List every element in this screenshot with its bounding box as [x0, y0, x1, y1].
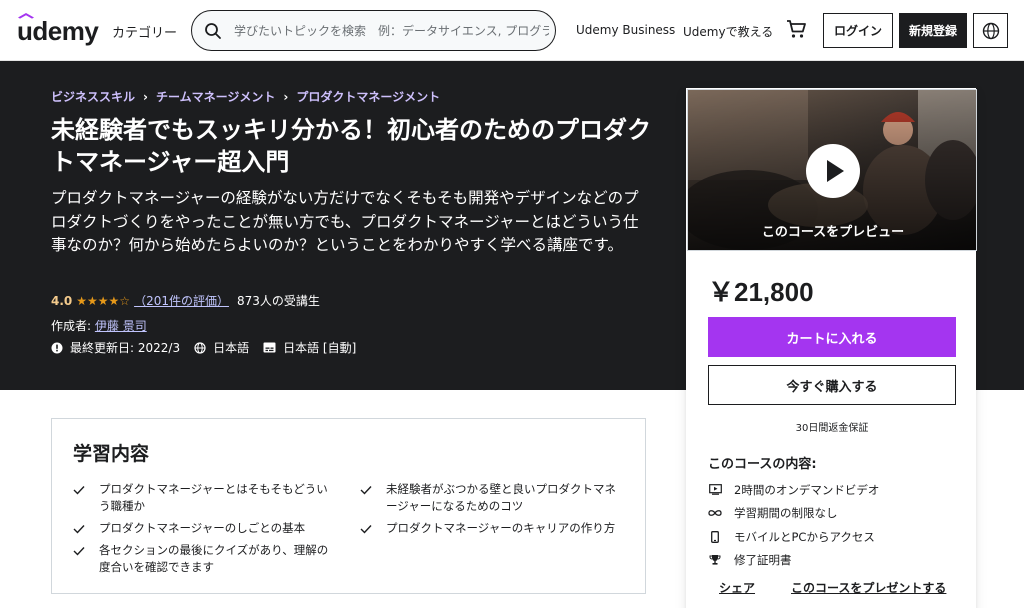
globe-icon: [982, 22, 999, 39]
course-title: 未経験者でもスッキリ分かる！初心者のためのプロダクトマネージャー超入門: [51, 116, 651, 176]
video-icon: [708, 484, 722, 496]
course-meta: 最終更新日: 2022/3 日本語 日本語 [自動]: [51, 339, 370, 356]
search-icon[interactable]: [203, 21, 223, 41]
breadcrumb: ビジネススキル › チームマネージメント › プロダクトマネージメント: [51, 88, 440, 105]
what-you-learn-box: 学習内容 プロダクトマネージャーとはそもそもどういう職種か プロダクトマネージャ…: [51, 418, 646, 594]
learn-item: プロダクトマネージャーとはそもそもどういう職種か: [73, 481, 335, 515]
buy-now-button[interactable]: 今すぐ購入する: [708, 365, 956, 405]
includes-item: 学習期間の制限なし: [708, 502, 968, 526]
rating-stars-icon: ★★★★☆: [76, 293, 131, 308]
author-link[interactable]: 伊藤 景司: [95, 319, 147, 333]
check-icon: [73, 547, 85, 556]
infinity-icon: [708, 509, 722, 517]
learn-column-left: プロダクトマネージャーとはそもそもどういう職種か プロダクトマネージャーのしごと…: [73, 481, 335, 581]
teach-on-udemy-link[interactable]: Udemyで教える: [683, 23, 773, 40]
add-to-cart-button[interactable]: カートに入れる: [708, 317, 956, 357]
check-icon: [360, 486, 372, 495]
purchase-sidebar: このコースをプレビュー ￥21,800 カートに入れる 今すぐ購入する 30日間…: [686, 88, 977, 608]
learn-item-text: プロダクトマネージャーのキャリアの作り方: [386, 521, 616, 535]
chevron-right-icon: ›: [143, 89, 148, 104]
course-preview-video[interactable]: このコースをプレビュー: [687, 89, 977, 251]
mobile-icon: [708, 530, 722, 543]
learn-item-text: 各セクションの最後にクイズがあり、理解の度合いを確認できます: [99, 543, 329, 574]
breadcrumb-team-management[interactable]: チームマネージメント: [156, 88, 275, 105]
logo-text: udemy: [17, 16, 99, 46]
learn-column-right: 未経験者がぶつかる壁と良いプロダクトマネージャーになるためのコツ プロダクトマネ…: [360, 481, 622, 542]
last-updated: 最終更新日: 2022/3: [51, 339, 180, 356]
money-back-guarantee: 30日間返金保証: [795, 423, 869, 434]
course-subtitle: プロダクトマネージャーの経験がない方だけでなくそもそも開発やデザインなどのプロダ…: [51, 189, 639, 254]
top-header: udemy カテゴリー Udemy Business Udemyで教える ログイ…: [0, 0, 1024, 61]
learn-item: 各セクションの最後にクイズがあり、理解の度合いを確認できます: [73, 542, 335, 576]
includes-item: モバイルとPCからアクセス: [708, 525, 968, 549]
author-label: 作成者:: [51, 319, 92, 333]
last-updated-text: 最終更新日: 2022/3: [70, 341, 181, 355]
rating-row: 4.0 ★★★★☆ （201件の評価） 873人の受講生: [51, 292, 320, 309]
includes-item-text: 2時間のオンデマンドビデオ: [734, 482, 880, 497]
learn-item-text: プロダクトマネージャーとはそもそもどういう職種か: [99, 482, 328, 513]
search-input[interactable]: [234, 12, 549, 49]
category-menu[interactable]: カテゴリー: [112, 22, 177, 41]
learn-item: プロダクトマネージャーのしごとの基本: [73, 520, 335, 537]
globe-icon: [194, 341, 206, 354]
learn-item: プロダクトマネージャーのキャリアの作り方: [360, 520, 622, 537]
alert-badge-icon: [51, 342, 63, 354]
breadcrumb-product-management[interactable]: プロダクトマネージメント: [296, 88, 440, 105]
check-icon: [73, 486, 85, 495]
learn-heading: 学習内容: [73, 443, 150, 465]
includes-item-text: 学習期間の制限なし: [734, 506, 838, 521]
includes-item-text: 修了証明書: [734, 553, 792, 568]
learn-item-text: 未経験者がぶつかる壁と良いプロダクトマネージャーになるためのコツ: [386, 482, 616, 513]
check-icon: [73, 525, 85, 534]
share-button[interactable]: シェア: [719, 579, 755, 596]
language-text: 日本語: [213, 341, 250, 355]
check-icon: [360, 525, 372, 534]
learn-item-text: プロダクトマネージャーのしごとの基本: [99, 521, 306, 535]
includes-item: 修了証明書: [708, 549, 968, 573]
course-price: ￥21,800: [708, 277, 814, 307]
login-button[interactable]: ログイン: [823, 13, 893, 48]
preview-label[interactable]: このコースをプレビュー: [688, 221, 976, 240]
udemy-logo[interactable]: udemy: [17, 13, 99, 47]
rating-value: 4.0: [51, 293, 73, 308]
udemy-business-link[interactable]: Udemy Business: [576, 23, 675, 37]
play-icon[interactable]: [806, 144, 860, 198]
gift-course-button[interactable]: このコースをプレゼントする: [791, 579, 946, 596]
includes-heading: このコースの内容:: [708, 457, 817, 472]
cart-icon[interactable]: [785, 18, 807, 40]
captions-text: 日本語 [自動]: [283, 341, 357, 355]
signup-button[interactable]: 新規登録: [899, 13, 967, 48]
chevron-right-icon: ›: [283, 89, 289, 104]
search-bar[interactable]: [191, 10, 556, 51]
includes-item: 2時間のオンデマンドビデオ: [708, 478, 968, 502]
trophy-icon: [708, 554, 722, 566]
review-count-link[interactable]: （201件の評価）: [134, 292, 229, 309]
student-count: 873人の受講生: [236, 294, 320, 308]
course-language: 日本語: [194, 339, 249, 356]
captions-icon: [263, 342, 276, 353]
includes-item-text: モバイルとPCからアクセス: [734, 529, 875, 544]
course-captions: 日本語 [自動]: [263, 339, 356, 356]
includes-list: 2時間のオンデマンドビデオ 学習期間の制限なし モバイルとPCからアクセス 修了…: [708, 478, 968, 572]
breadcrumb-business-skills[interactable]: ビジネススキル: [51, 88, 135, 105]
author-row: 作成者: 伊藤 景司: [51, 317, 147, 334]
learn-item: 未経験者がぶつかる壁と良いプロダクトマネージャーになるためのコツ: [360, 481, 622, 515]
language-button[interactable]: [973, 13, 1008, 48]
